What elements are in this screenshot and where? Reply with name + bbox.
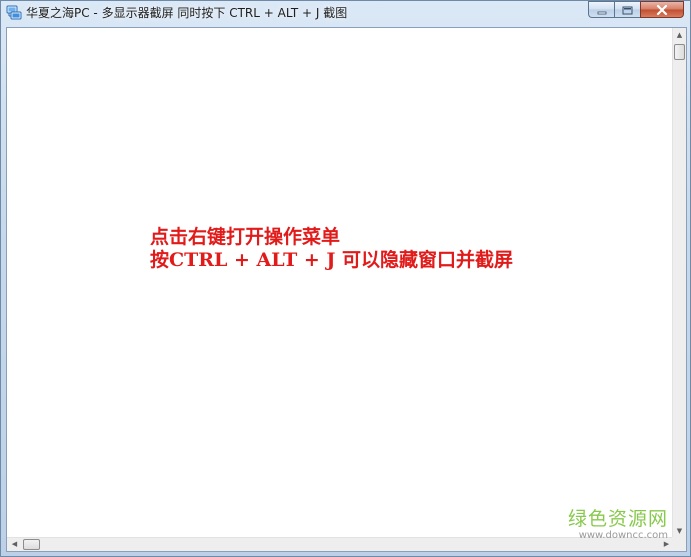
app-window: 华夏之海PC - 多显示器截屏 同时按下 CTRL + ALT + J 截图 点… bbox=[0, 0, 691, 557]
watermark-brand: 绿色资源网 bbox=[567, 508, 668, 530]
monitor-network-icon[interactable] bbox=[6, 5, 22, 21]
maximize-icon bbox=[622, 0, 633, 19]
minimize-icon bbox=[597, 0, 607, 19]
horizontal-scroll-thumb[interactable] bbox=[23, 539, 40, 550]
instruction-line-2: 按CTRL + ALT + J 可以隐藏窗口并截屏 bbox=[150, 249, 514, 271]
watermark-url: www.downcc.com bbox=[578, 530, 668, 541]
close-button[interactable] bbox=[640, 1, 684, 18]
vertical-scroll-thumb[interactable] bbox=[674, 44, 685, 60]
size-grip[interactable] bbox=[672, 537, 686, 551]
canvas-area[interactable]: 点击右键打开操作菜单 按CTRL + ALT + J 可以隐藏窗口并截屏 bbox=[7, 28, 674, 539]
maximize-button[interactable] bbox=[614, 1, 640, 18]
watermark: 绿色资源网 www.downcc.com bbox=[568, 508, 668, 542]
client-area[interactable]: 点击右键打开操作菜单 按CTRL + ALT + J 可以隐藏窗口并截屏 ▲ ▼… bbox=[6, 27, 687, 552]
scroll-up-arrow-icon[interactable]: ▲ bbox=[673, 29, 686, 42]
title-bar[interactable]: 华夏之海PC - 多显示器截屏 同时按下 CTRL + ALT + J 截图 bbox=[1, 1, 690, 26]
window-title: 华夏之海PC - 多显示器截屏 同时按下 CTRL + ALT + J 截图 bbox=[26, 6, 348, 20]
minimize-button[interactable] bbox=[588, 1, 614, 18]
vertical-scrollbar[interactable]: ▲ ▼ bbox=[672, 28, 686, 539]
close-icon bbox=[656, 0, 668, 19]
scroll-left-arrow-icon[interactable]: ◀ bbox=[8, 538, 21, 551]
caption-buttons bbox=[588, 1, 684, 20]
instruction-line-1: 点击右键打开操作菜单 bbox=[150, 226, 341, 248]
